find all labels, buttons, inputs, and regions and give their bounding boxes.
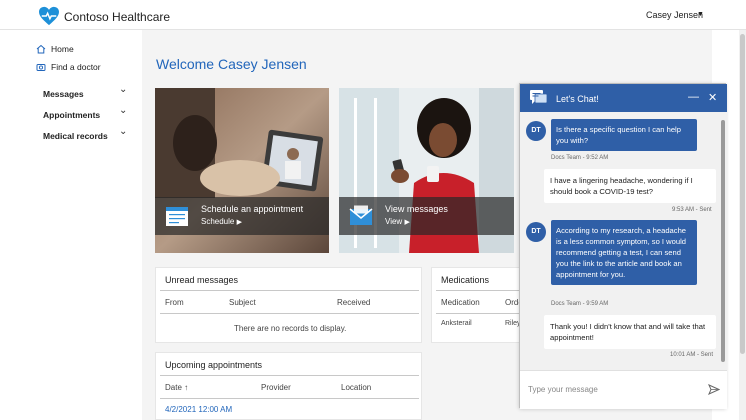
arrow-right-icon: ▶ (236, 219, 242, 226)
schedule-appointment-tile[interactable]: Schedule an appointment Schedule ▶ (155, 88, 329, 253)
empty-state-text: There are no records to display. (234, 324, 347, 333)
message-meta: Docs Team - 9:59 AM (551, 301, 609, 307)
minimize-icon[interactable]: — (688, 91, 699, 103)
sidebar-group-appointments[interactable]: Appointments (43, 110, 100, 120)
top-bar: Contoso Healthcare Casey Jensen ▼ (0, 0, 746, 30)
sort-ascending-icon[interactable]: ↑ (184, 383, 188, 392)
chat-input-area[interactable]: Type your message (520, 370, 727, 409)
schedule-link[interactable]: Schedule ▶ (201, 217, 242, 226)
divider (160, 290, 419, 291)
medication-cell: Anksterail (441, 320, 472, 327)
chat-message-input[interactable]: Type your message (528, 385, 598, 394)
chevron-down-icon[interactable]: ⌄ (119, 105, 127, 116)
schedule-link-label: Schedule (201, 217, 235, 226)
page-title: Welcome Casey Jensen (156, 56, 307, 72)
card-title: Unread messages (165, 275, 239, 285)
tile-band: Schedule an appointment Schedule ▶ (155, 197, 329, 235)
chat-title: Let's Chat! (556, 94, 599, 104)
tile-title: View messages (385, 204, 448, 214)
chevron-down-icon[interactable]: ⌄ (119, 84, 127, 95)
scrollbar-thumb[interactable] (740, 34, 745, 354)
appointment-date-link[interactable]: 4/2/2021 12:00 AM (165, 405, 232, 414)
chat-widget: Let's Chat! — ✕ DT Is there a specific q… (519, 83, 727, 409)
chat-scrollbar[interactable] (721, 120, 725, 362)
chat-bubble-icon (530, 90, 548, 104)
user-menu[interactable]: Casey Jensen (646, 10, 703, 20)
sidebar: Home Find a doctor Messages ⌄ Appointmen… (0, 30, 142, 420)
column-header-from[interactable]: From (165, 298, 184, 307)
column-header-medication[interactable]: Medication (441, 298, 480, 307)
calendar-icon (166, 207, 188, 226)
user-message: I have a lingering headache, wondering i… (544, 169, 716, 203)
view-messages-tile[interactable]: View messages View ▶ (339, 88, 514, 253)
arrow-right-icon: ▶ (404, 219, 410, 226)
column-header-received[interactable]: Received (337, 298, 370, 307)
page-scrollbar[interactable] (739, 30, 746, 420)
camera-icon (36, 64, 46, 71)
heart-logo-icon[interactable] (38, 6, 60, 26)
medications-card: Medications Medication Orde Anksterail R… (431, 267, 521, 343)
bot-message: According to my research, a headache is … (551, 220, 697, 285)
home-icon (36, 44, 46, 54)
message-meta: 10:01 AM - Sent (670, 352, 714, 358)
avatar: DT (526, 222, 546, 242)
column-header-provider[interactable]: Provider (261, 383, 291, 392)
view-link[interactable]: View ▶ (385, 217, 410, 226)
sidebar-group-messages[interactable]: Messages (43, 89, 84, 99)
column-header-date-label: Date (165, 383, 182, 392)
divider (436, 290, 520, 291)
column-header-subject[interactable]: Subject (229, 298, 256, 307)
sidebar-item-home[interactable]: Home (36, 44, 74, 54)
divider (160, 313, 419, 314)
tile-band: View messages View ▶ (339, 197, 514, 235)
view-link-label: View (385, 217, 403, 226)
sidebar-group-medical-records[interactable]: Medical records (43, 131, 108, 141)
bot-message: Is there a specific question I can help … (551, 119, 697, 151)
close-icon[interactable]: ✕ (708, 91, 717, 104)
sidebar-item-find-doctor[interactable]: Find a doctor (36, 62, 101, 72)
message-meta: Docs Team - 9:52 AM (551, 155, 609, 161)
message-meta: 9:53 AM - Sent (672, 207, 712, 213)
column-header-location[interactable]: Location (341, 383, 371, 392)
card-title: Upcoming appointments (165, 360, 263, 370)
brand-name[interactable]: Contoso Healthcare (64, 10, 170, 24)
chat-header: Let's Chat! — ✕ (520, 84, 727, 112)
divider (160, 375, 419, 376)
chevron-down-icon[interactable]: ⌄ (119, 126, 127, 137)
envelope-icon (349, 205, 373, 225)
chat-message-list[interactable]: DT Is there a specific question I can he… (520, 112, 727, 370)
upcoming-appointments-card: Upcoming appointments Date ↑ Provider Lo… (155, 352, 422, 420)
column-header-date[interactable]: Date ↑ (165, 383, 188, 392)
sidebar-item-label: Find a doctor (51, 62, 101, 72)
unread-messages-card: Unread messages From Subject Received Th… (155, 267, 422, 343)
user-message: Thank you! I didn't know that and will t… (544, 315, 716, 349)
send-icon[interactable] (708, 384, 720, 395)
card-title: Medications (441, 275, 490, 285)
avatar: DT (526, 121, 546, 141)
tile-title: Schedule an appointment (201, 204, 304, 214)
divider (160, 398, 419, 399)
sidebar-item-label: Home (51, 44, 74, 54)
divider (436, 313, 520, 314)
caret-down-icon[interactable]: ▼ (697, 11, 704, 18)
